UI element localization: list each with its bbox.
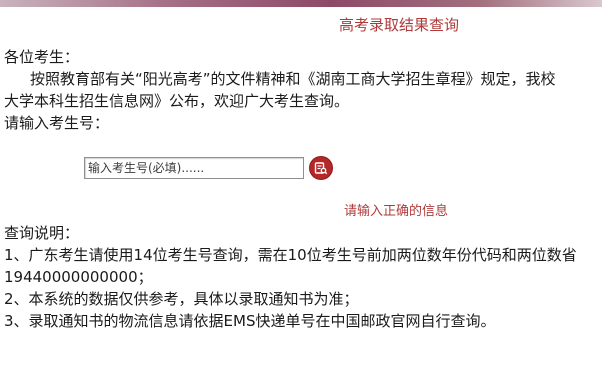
intro-section: 各位考生： 按照教育部有关“阳光高考”的文件精神和《湖南工商大学招生章程》规定，… [4, 46, 602, 134]
exam-number-prompt: 请输入考生号： [4, 114, 110, 132]
search-icon [314, 161, 328, 175]
greeting-text: 各位考生： [4, 48, 80, 66]
intro-paragraph-line-1: 按照教育部有关“阳光高考”的文件精神和《湖南工商大学招生章程》规定，我校 [30, 70, 556, 88]
validation-message: 请输入正确的信息 [344, 204, 449, 219]
search-row [84, 156, 332, 180]
notes-heading: 查询说明： [4, 224, 80, 242]
exam-number-input[interactable] [84, 157, 304, 179]
notes-item: 19440000000000； [4, 268, 153, 286]
notes-item: 2、本系统的数据仅供参考，具体以录取通知书为准； [4, 290, 359, 308]
page-title: 高考录取结果查询 [338, 16, 459, 34]
notes-item: 1、广东考生请使用14位考生号查询，需在10位考生号前加两位数年份代码和两位数省 [4, 246, 577, 264]
search-button[interactable] [310, 157, 332, 179]
intro-paragraph-line-2: 大学本科生招生信息网》公布，欢迎广大考生查询。 [4, 92, 350, 110]
notes-item: 3、录取通知书的物流信息请依据EMS快递单号在中国邮政官网自行查询。 [4, 312, 496, 330]
query-notes-section: 查询说明： 1、广东考生请使用14位考生号查询，需在10位考生号前加两位数年份代… [4, 222, 602, 332]
top-banner-strip [0, 0, 602, 7]
